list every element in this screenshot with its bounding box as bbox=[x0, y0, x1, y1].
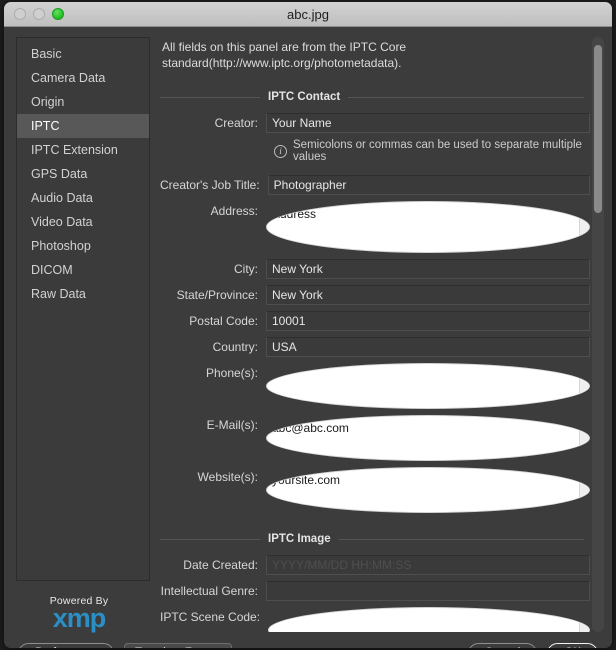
sidebar-item-iptc[interactable]: IPTC bbox=[17, 114, 149, 138]
window-title: abc.jpg bbox=[4, 7, 612, 22]
field-label-phones: Phone(s): bbox=[160, 363, 266, 380]
sidebar-item-basic[interactable]: Basic bbox=[17, 42, 149, 66]
template-folder-dropdown[interactable]: Template Fo... ⌄ bbox=[124, 643, 232, 648]
panel-intro-text: All fields on this panel are from the IP… bbox=[160, 37, 590, 71]
sidebar-item-camera-data[interactable]: Camera Data bbox=[17, 66, 149, 90]
cancel-button[interactable]: Cancel bbox=[468, 643, 538, 648]
field-row-phones: Phone(s): bbox=[160, 363, 590, 409]
field-row-creator: Creator: Your Name bbox=[160, 113, 590, 133]
section-title: IPTC Image bbox=[268, 533, 331, 545]
field-label-address: Address: bbox=[160, 201, 266, 218]
xmp-wordmark: xmp bbox=[16, 606, 142, 632]
info-icon: i bbox=[274, 145, 287, 158]
section-title: IPTC Contact bbox=[268, 91, 340, 103]
sidebar-item-dicom[interactable]: DICOM bbox=[17, 258, 149, 282]
field-row-emails: E-Mail(s): abc@abc.com bbox=[160, 415, 590, 461]
sidebar-column: Basic Camera Data Origin IPTC IPTC Exten… bbox=[4, 37, 150, 632]
template-dropdown-label: Template Fo... bbox=[135, 644, 208, 648]
sidebar-item-photoshop[interactable]: Photoshop bbox=[17, 234, 149, 258]
sidebar-item-gps-data[interactable]: GPS Data bbox=[17, 162, 149, 186]
field-input-emails[interactable]: abc@abc.com bbox=[266, 415, 590, 461]
section-header-iptc-contact: IPTC Contact bbox=[160, 91, 590, 103]
field-input-date-created[interactable]: YYYY/MM/DD HH:MM:SS bbox=[266, 555, 590, 575]
section-rule-left bbox=[160, 97, 260, 98]
field-input-city[interactable]: New York bbox=[266, 259, 590, 279]
field-input-scene-code[interactable] bbox=[268, 607, 590, 632]
field-input-state[interactable]: New York bbox=[266, 285, 590, 305]
dialog-body: Basic Camera Data Origin IPTC IPTC Exten… bbox=[4, 27, 612, 632]
metadata-dialog-window: abc.jpg Basic Camera Data Origin IPTC IP… bbox=[4, 2, 612, 648]
field-input-job-title[interactable]: Photographer bbox=[268, 175, 590, 195]
panel-scrollbar[interactable] bbox=[592, 37, 604, 632]
field-input-postal-code[interactable]: 10001 bbox=[266, 311, 590, 331]
creator-hint-text: Semicolons or commas can be used to sepa… bbox=[293, 139, 590, 163]
field-label-creator: Creator: bbox=[160, 113, 266, 130]
ok-button[interactable]: OK bbox=[547, 643, 598, 648]
sidebar-item-iptc-extension[interactable]: IPTC Extension bbox=[17, 138, 149, 162]
field-label-date-created: Date Created: bbox=[160, 555, 266, 572]
metadata-panel: All fields on this panel are from the IP… bbox=[160, 37, 604, 632]
dialog-footer: Preferences Template Fo... ⌄ Cancel OK bbox=[4, 632, 612, 648]
sidebar-item-video-data[interactable]: Video Data bbox=[17, 210, 149, 234]
creator-hint: i Semicolons or commas can be used to se… bbox=[274, 139, 590, 163]
field-label-job-title: Creator's Job Title: bbox=[160, 175, 268, 192]
panel-scroll-area: All fields on this panel are from the IP… bbox=[160, 37, 590, 632]
field-label-postal-code: Postal Code: bbox=[160, 311, 266, 328]
field-row-state: State/Province: New York bbox=[160, 285, 590, 305]
field-input-country[interactable]: USA bbox=[266, 337, 590, 357]
field-input-intellectual-genre[interactable] bbox=[266, 581, 590, 601]
field-label-scene-code: IPTC Scene Code: bbox=[160, 607, 268, 624]
field-label-country: Country: bbox=[160, 337, 266, 354]
field-row-websites: Website(s): yoursite.com bbox=[160, 467, 590, 513]
field-label-state: State/Province: bbox=[160, 285, 266, 302]
field-label-intellectual-genre: Intellectual Genre: bbox=[160, 581, 266, 598]
scrollbar-thumb[interactable] bbox=[594, 45, 602, 213]
section-rule-right bbox=[339, 539, 584, 540]
title-bar: abc.jpg bbox=[4, 2, 612, 27]
field-row-date-created: Date Created: YYYY/MM/DD HH:MM:SS bbox=[160, 555, 590, 575]
section-rule-left bbox=[160, 539, 260, 540]
field-row-job-title: Creator's Job Title: Photographer bbox=[160, 175, 590, 195]
sidebar-item-audio-data[interactable]: Audio Data bbox=[17, 186, 149, 210]
field-row-address: Address: Address bbox=[160, 201, 590, 253]
xmp-logo: Powered By xmp bbox=[16, 595, 150, 632]
field-label-emails: E-Mail(s): bbox=[160, 415, 266, 432]
field-label-websites: Website(s): bbox=[160, 467, 266, 484]
field-row-postal-code: Postal Code: 10001 bbox=[160, 311, 590, 331]
field-row-country: Country: USA bbox=[160, 337, 590, 357]
field-row-city: City: New York bbox=[160, 259, 590, 279]
section-rule-right bbox=[348, 97, 584, 98]
sidebar-item-raw-data[interactable]: Raw Data bbox=[17, 282, 149, 306]
preferences-button[interactable]: Preferences bbox=[18, 643, 114, 648]
field-input-phones[interactable] bbox=[266, 363, 590, 409]
field-input-creator[interactable]: Your Name bbox=[266, 113, 590, 133]
field-row-scene-code: IPTC Scene Code: bbox=[160, 607, 590, 632]
field-input-address[interactable]: Address bbox=[266, 201, 590, 253]
section-header-iptc-image: IPTC Image bbox=[160, 533, 590, 545]
field-input-websites[interactable]: yoursite.com bbox=[266, 467, 590, 513]
field-label-city: City: bbox=[160, 259, 266, 276]
field-row-intellectual-genre: Intellectual Genre: bbox=[160, 581, 590, 601]
chevron-down-icon: ⌄ bbox=[216, 644, 224, 648]
category-list[interactable]: Basic Camera Data Origin IPTC IPTC Exten… bbox=[16, 37, 150, 581]
sidebar-item-origin[interactable]: Origin bbox=[17, 90, 149, 114]
